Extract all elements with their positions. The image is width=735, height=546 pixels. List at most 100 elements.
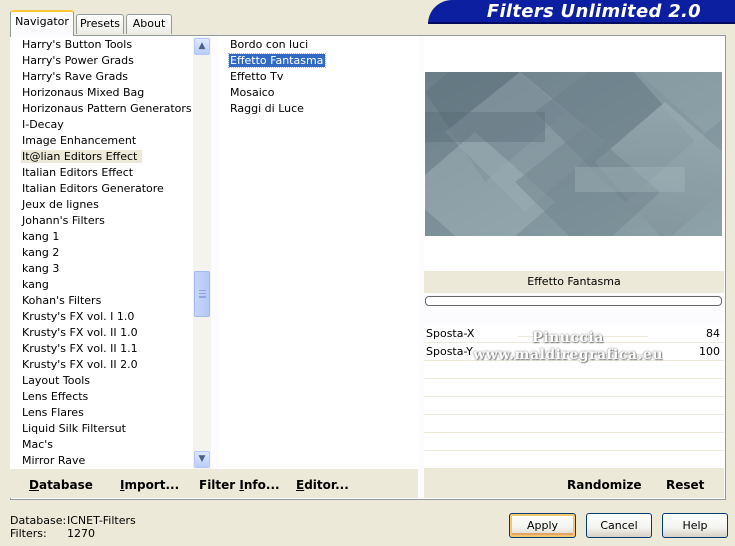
param-label: Sposta-Y <box>426 345 473 358</box>
param-row-empty <box>424 451 724 469</box>
category-item[interactable]: Italian Editors Generatore <box>10 181 193 197</box>
category-item-label: Kohan's Filters <box>22 294 102 307</box>
category-item[interactable]: kang <box>10 277 193 293</box>
database-value: ICNET-Filters <box>67 514 136 527</box>
param-row-sposta-x[interactable]: Sposta-X 84 <box>424 325 724 343</box>
category-item[interactable]: I-Decay <box>10 117 193 133</box>
param-row-empty <box>424 433 724 451</box>
apply-button[interactable]: Apply <box>509 513 576 538</box>
category-list[interactable]: Harry's Button Tools Harry's Power Grads H… <box>10 37 193 469</box>
filter-info-button[interactable]: Filter Info... <box>199 478 280 492</box>
filter-name-label: Effetto Fantasma <box>424 271 724 293</box>
scroll-up-button[interactable]: ▲ <box>194 38 210 55</box>
category-item[interactable]: Lens Flares <box>10 405 193 421</box>
category-item-label: Image Enhancement <box>22 134 137 147</box>
param-row-sposta-y[interactable]: Sposta-Y 100 <box>424 343 724 361</box>
filter-item-label: Mosaico <box>230 86 275 99</box>
category-item-label: Jeux de lignes <box>22 198 99 211</box>
tab-about[interactable]: About <box>126 14 172 34</box>
param-value[interactable]: 84 <box>706 325 720 343</box>
category-item-label: Krusty's FX vol. II 1.0 <box>22 326 138 339</box>
category-item-label: Italian Editors Generatore <box>22 182 164 195</box>
filter-item[interactable]: Mosaico <box>218 85 418 101</box>
scroll-down-button[interactable]: ▼ <box>194 451 210 468</box>
category-item-label: Horizonaus Mixed Bag <box>22 86 145 99</box>
category-item[interactable]: Image Enhancement <box>10 133 193 149</box>
app-title: Filters Unlimited 2.0 <box>486 1 701 22</box>
category-item[interactable]: Krusty's FX vol. II 2.0 <box>10 357 193 373</box>
reset-button[interactable]: Reset <box>666 478 704 492</box>
category-item[interactable]: Harry's Button Tools <box>10 37 193 53</box>
param-value[interactable]: 100 <box>699 343 720 361</box>
title-banner: Filters Unlimited 2.0 <box>428 0 735 24</box>
editor-button[interactable]: Editor... <box>296 478 349 492</box>
category-item-label: Mirror Rave <box>22 454 86 467</box>
category-item[interactable]: Layout Tools <box>10 373 193 389</box>
category-item[interactable]: Kohan's Filters <box>10 293 193 309</box>
category-item[interactable]: Mac's <box>10 437 193 453</box>
tab-presets[interactable]: Presets <box>76 14 124 34</box>
category-item[interactable]: Johann's Filters <box>10 213 193 229</box>
preview-image-svg <box>425 72 722 236</box>
category-item[interactable]: Lens Effects <box>10 389 193 405</box>
param-label: Sposta-X <box>426 327 475 340</box>
category-item[interactable]: It@lian Editors Effect <box>10 149 193 165</box>
category-item-label: Krusty's FX vol. I 1.0 <box>22 310 135 323</box>
category-item-label: Harry's Button Tools <box>22 38 133 51</box>
category-item[interactable]: kang 2 <box>10 245 193 261</box>
category-item[interactable]: Jeux de lignes <box>10 197 193 213</box>
category-item-label: kang 3 <box>22 262 60 275</box>
category-item-label: Harry's Power Grads <box>22 54 134 67</box>
category-item[interactable]: Harry's Rave Grads <box>10 69 193 85</box>
tab-navigator[interactable]: Navigator <box>10 10 74 36</box>
category-scrollbar[interactable]: ▲ ▼ <box>193 37 211 469</box>
category-item[interactable]: Harry's Power Grads <box>10 53 193 69</box>
category-item-label: kang <box>22 278 49 291</box>
category-item[interactable]: Liquid Silk Filtersut <box>10 421 193 437</box>
category-item-label: kang 2 <box>22 246 60 259</box>
param-row-empty <box>424 379 724 397</box>
category-item-label: Lens Flares <box>22 406 84 419</box>
database-button[interactable]: Database <box>29 478 93 492</box>
filter-item-label: Effetto Fantasma <box>227 53 327 68</box>
navigator-toolbar: Database Import... Filter Info... Editor… <box>10 469 418 498</box>
category-item[interactable]: Krusty's FX vol. II 1.1 <box>10 341 193 357</box>
category-item-label: Liquid Silk Filtersut <box>22 422 126 435</box>
filter-item[interactable]: Raggi di Luce <box>218 101 418 117</box>
randomize-button[interactable]: Randomize <box>567 478 641 492</box>
category-item-label: kang 1 <box>22 230 60 243</box>
grip-icon <box>199 290 206 298</box>
filter-item[interactable]: Effetto Fantasma <box>218 53 418 69</box>
filter-item[interactable]: Effetto Tv <box>218 69 418 85</box>
category-item-label: Lens Effects <box>22 390 89 403</box>
filter-item-label: Effetto Tv <box>230 70 284 83</box>
category-item-label: Mac's <box>22 438 54 451</box>
category-item-label: Johann's Filters <box>22 214 105 227</box>
category-item[interactable]: Krusty's FX vol. II 1.0 <box>10 325 193 341</box>
param-row-empty <box>424 397 724 415</box>
category-item-label: Layout Tools <box>22 374 90 387</box>
param-row-empty <box>424 361 724 379</box>
filter-item[interactable]: Bordo con luci <box>218 37 418 53</box>
filters-label: Filters: <box>10 527 47 540</box>
category-item[interactable]: Horizonaus Mixed Bag <box>10 85 193 101</box>
filter-item-label: Bordo con luci <box>230 38 309 51</box>
category-item[interactable]: kang 1 <box>10 229 193 245</box>
filter-item-label: Raggi di Luce <box>230 102 304 115</box>
filter-list[interactable]: Bordo con luci Effetto Fantasma Effetto Tv… <box>218 37 418 469</box>
help-button[interactable]: Help <box>662 513 728 538</box>
param-slider[interactable] <box>518 336 648 337</box>
category-item[interactable]: Krusty's FX vol. I 1.0 <box>10 309 193 325</box>
category-item[interactable]: kang 3 <box>10 261 193 277</box>
category-item[interactable]: Italian Editors Effect <box>10 165 193 181</box>
import-button[interactable]: Import... <box>120 478 179 492</box>
category-item[interactable]: Horizonaus Pattern Generators <box>10 101 193 117</box>
cancel-button[interactable]: Cancel <box>586 513 652 538</box>
database-label: Database: <box>10 514 67 527</box>
status-info: Database:ICNET-Filters Filters: 1270 <box>10 514 136 540</box>
category-item[interactable]: Mirror Rave <box>10 453 193 469</box>
parameter-list: Sposta-X 84 Sposta-Y 100 <box>424 325 724 469</box>
param-slider[interactable] <box>518 354 648 355</box>
scroll-thumb[interactable] <box>194 271 210 317</box>
progress-bar <box>425 296 722 306</box>
